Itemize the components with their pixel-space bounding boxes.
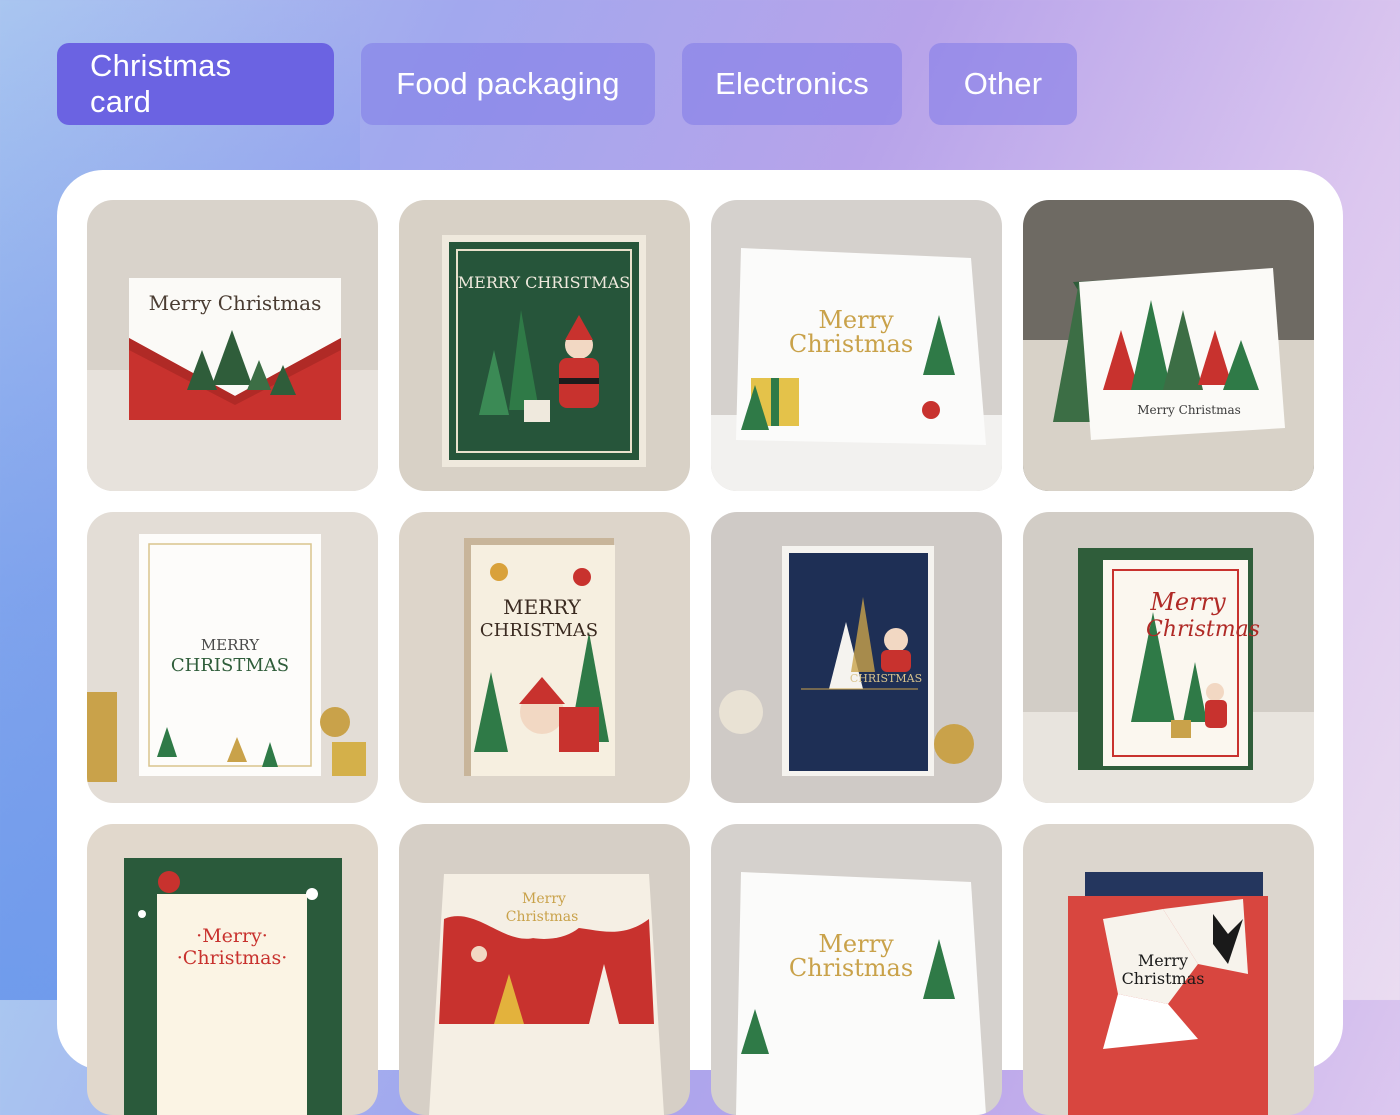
card-image: Merry Christmas [1023, 200, 1314, 491]
card-image: MERRY CHRISTMAS [399, 512, 690, 803]
card-tile[interactable]: Merry Christmas [1023, 824, 1314, 1115]
card-image: Merry Christmas [711, 200, 1002, 491]
gallery-panel: Merry Christmas MERRY CHRISTMAS Merry Ch… [57, 170, 1343, 1115]
card-tile[interactable]: MERRY CHRISTMAS [399, 200, 690, 491]
card-image: CHRISTMAS [711, 512, 1002, 803]
card-subtitle: Christmas [1146, 617, 1260, 642]
card-title: Merry Christmas [149, 291, 322, 315]
card-tile[interactable]: ·Merry· ·Christmas· [87, 824, 378, 1115]
card-image: ·Merry· ·Christmas· [87, 824, 378, 1115]
card-image: MERRY CHRISTMAS [399, 200, 690, 491]
card-tile[interactable]: Merry Christmas [87, 200, 378, 491]
card-title: Merry [1149, 588, 1226, 616]
card-image: Merry Christmas [399, 824, 690, 1115]
card-tile[interactable]: Merry Christmas [711, 824, 1002, 1115]
card-tile[interactable]: CHRISTMAS [711, 512, 1002, 803]
tab-food-packaging[interactable]: Food packaging [361, 43, 655, 125]
card-image: Merry Christmas [1023, 512, 1314, 803]
card-image: MERRY CHRISTMAS [87, 512, 378, 803]
card-title: MERRY [503, 595, 582, 619]
tab-electronics[interactable]: Electronics [682, 43, 902, 125]
card-title: MERRY CHRISTMAS [458, 273, 630, 292]
card-gallery: Merry Christmas MERRY CHRISTMAS Merry Ch… [87, 200, 1314, 1115]
category-tabs: Christmas card Food packaging Electronic… [57, 43, 1077, 125]
card-image: Merry Christmas [1023, 824, 1314, 1115]
tab-other[interactable]: Other [929, 43, 1077, 125]
card-title: Merry [1138, 951, 1188, 970]
card-title: Merry [522, 891, 566, 907]
card-tile[interactable]: MERRY CHRISTMAS [399, 512, 690, 803]
card-subtitle: CHRISTMAS [171, 655, 289, 676]
card-subtitle: ·Christmas· [177, 947, 288, 969]
card-title: CHRISTMAS [850, 672, 922, 685]
card-tile[interactable]: Merry Christmas [1023, 200, 1314, 491]
card-tile[interactable]: Merry Christmas [711, 200, 1002, 491]
card-tile[interactable]: Merry Christmas [1023, 512, 1314, 803]
card-title: ·Merry· [196, 925, 268, 947]
card-title: Merry Christmas [1137, 403, 1241, 417]
card-subtitle: Christmas [506, 909, 579, 925]
card-tile[interactable]: Merry Christmas [399, 824, 690, 1115]
card-image: Merry Christmas [87, 200, 378, 491]
card-subtitle: Christmas [789, 954, 913, 982]
card-subtitle: Christmas [789, 330, 913, 358]
card-tile[interactable]: MERRY CHRISTMAS [87, 512, 378, 803]
card-image: Merry Christmas [711, 824, 1002, 1115]
card-subtitle: CHRISTMAS [480, 620, 598, 641]
card-title: MERRY [201, 636, 260, 654]
card-subtitle: Christmas [1122, 969, 1205, 988]
tab-christmas-card[interactable]: Christmas card [57, 43, 334, 125]
